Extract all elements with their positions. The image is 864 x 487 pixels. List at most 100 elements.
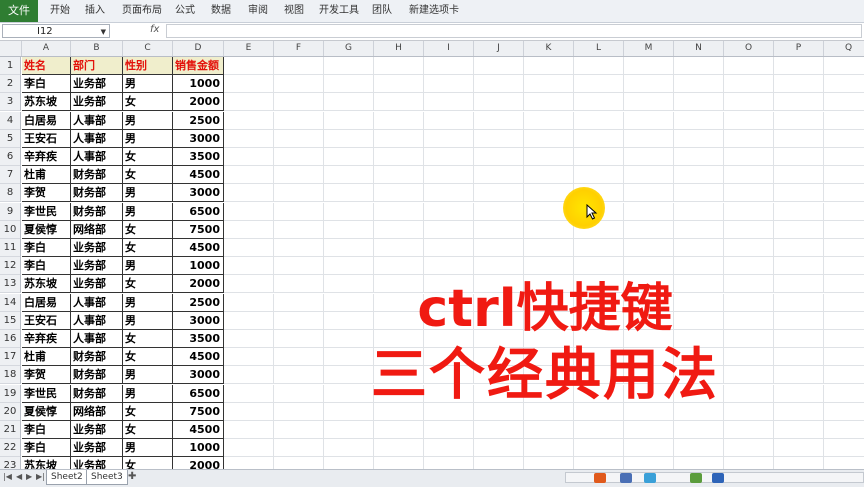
table-cell[interactable]: 李白 — [22, 239, 71, 257]
table-cell[interactable]: 女 — [123, 166, 173, 184]
empty-cell[interactable] — [374, 239, 424, 257]
empty-cell[interactable] — [574, 112, 624, 130]
empty-cell[interactable] — [424, 130, 474, 148]
empty-cell[interactable] — [674, 257, 724, 275]
empty-cell[interactable] — [224, 312, 274, 330]
empty-cell[interactable] — [324, 112, 374, 130]
empty-cell[interactable] — [624, 421, 674, 439]
empty-cell[interactable] — [224, 257, 274, 275]
table-cell[interactable]: 男 — [123, 385, 173, 403]
formula-input[interactable] — [166, 24, 862, 38]
table-cell[interactable]: 业务部 — [71, 257, 123, 275]
table-cell[interactable]: 杜甫 — [22, 348, 71, 366]
table-cell[interactable]: 7500 — [173, 403, 224, 421]
table-cell[interactable]: 2000 — [173, 275, 224, 293]
table-cell[interactable]: 李白 — [22, 257, 71, 275]
table-cell[interactable]: 3500 — [173, 148, 224, 166]
table-cell[interactable]: 2000 — [173, 93, 224, 111]
empty-cell[interactable] — [274, 203, 324, 221]
table-cell[interactable]: 业务部 — [71, 439, 123, 457]
table-cell[interactable]: 女 — [123, 148, 173, 166]
column-header-o[interactable]: O — [724, 41, 774, 56]
empty-cell[interactable] — [424, 184, 474, 202]
empty-cell[interactable] — [474, 93, 524, 111]
empty-cell[interactable] — [224, 294, 274, 312]
taskbar-app-icon[interactable] — [620, 473, 632, 483]
empty-cell[interactable] — [324, 148, 374, 166]
empty-cell[interactable] — [474, 439, 524, 457]
empty-cell[interactable] — [724, 203, 774, 221]
empty-cell[interactable] — [674, 148, 724, 166]
empty-cell[interactable] — [574, 93, 624, 111]
empty-cell[interactable] — [474, 239, 524, 257]
empty-cell[interactable] — [224, 203, 274, 221]
row-header[interactable]: 22 — [0, 439, 21, 457]
empty-cell[interactable] — [324, 257, 374, 275]
empty-cell[interactable] — [524, 439, 574, 457]
empty-cell[interactable] — [424, 148, 474, 166]
table-cell[interactable]: 业务部 — [71, 421, 123, 439]
header-cell[interactable]: 销售金额 — [173, 57, 224, 75]
table-cell[interactable]: 业务部 — [71, 275, 123, 293]
empty-cell[interactable] — [224, 221, 274, 239]
empty-cell[interactable] — [624, 221, 674, 239]
taskbar-app-icon[interactable] — [712, 473, 724, 483]
empty-cell[interactable] — [774, 112, 824, 130]
empty-cell[interactable] — [774, 57, 824, 75]
tab-data[interactable]: 数据 — [211, 0, 231, 22]
empty-cell[interactable] — [524, 257, 574, 275]
table-cell[interactable]: 苏东坡 — [22, 93, 71, 111]
table-cell[interactable]: 白居易 — [22, 112, 71, 130]
empty-cell[interactable] — [274, 75, 324, 93]
table-cell[interactable]: 人事部 — [71, 112, 123, 130]
empty-cell[interactable] — [274, 166, 324, 184]
empty-cell[interactable] — [424, 75, 474, 93]
empty-cell[interactable] — [374, 184, 424, 202]
empty-cell[interactable] — [674, 166, 724, 184]
empty-cell[interactable] — [574, 421, 624, 439]
empty-cell[interactable] — [774, 221, 824, 239]
table-cell[interactable]: 人事部 — [71, 148, 123, 166]
empty-cell[interactable] — [274, 239, 324, 257]
table-cell[interactable]: 李白 — [22, 421, 71, 439]
empty-cell[interactable] — [374, 203, 424, 221]
empty-cell[interactable] — [774, 166, 824, 184]
table-cell[interactable]: 3000 — [173, 130, 224, 148]
empty-cell[interactable] — [824, 221, 864, 239]
row-header[interactable]: 9 — [0, 203, 21, 221]
table-cell[interactable]: 男 — [123, 184, 173, 202]
empty-cell[interactable] — [224, 57, 274, 75]
empty-cell[interactable] — [574, 257, 624, 275]
empty-cell[interactable] — [724, 148, 774, 166]
table-cell[interactable]: 辛弃疾 — [22, 330, 71, 348]
column-header-g[interactable]: G — [324, 41, 374, 56]
column-header-f[interactable]: F — [274, 41, 324, 56]
empty-cell[interactable] — [274, 257, 324, 275]
taskbar-app-icon[interactable] — [644, 473, 656, 483]
row-header[interactable]: 10 — [0, 221, 21, 239]
empty-cell[interactable] — [524, 148, 574, 166]
empty-cell[interactable] — [224, 148, 274, 166]
table-cell[interactable]: 白居易 — [22, 294, 71, 312]
tab-view[interactable]: 视图 — [284, 0, 304, 22]
empty-cell[interactable] — [624, 112, 674, 130]
empty-cell[interactable] — [774, 184, 824, 202]
column-header-d[interactable]: D — [173, 41, 224, 56]
row-header[interactable]: 15 — [0, 312, 21, 330]
table-cell[interactable]: 3000 — [173, 184, 224, 202]
empty-cell[interactable] — [774, 148, 824, 166]
table-cell[interactable]: 3500 — [173, 330, 224, 348]
table-cell[interactable]: 李贺 — [22, 366, 71, 384]
table-cell[interactable]: 李白 — [22, 439, 71, 457]
empty-cell[interactable] — [824, 130, 864, 148]
empty-cell[interactable] — [724, 57, 774, 75]
empty-cell[interactable] — [224, 366, 274, 384]
row-header[interactable]: 12 — [0, 257, 21, 275]
empty-cell[interactable] — [574, 239, 624, 257]
table-cell[interactable]: 2500 — [173, 112, 224, 130]
empty-cell[interactable] — [424, 421, 474, 439]
name-box[interactable]: I12 ▼ — [2, 24, 110, 38]
row-header[interactable]: 6 — [0, 148, 21, 166]
empty-cell[interactable] — [574, 57, 624, 75]
empty-cell[interactable] — [824, 112, 864, 130]
